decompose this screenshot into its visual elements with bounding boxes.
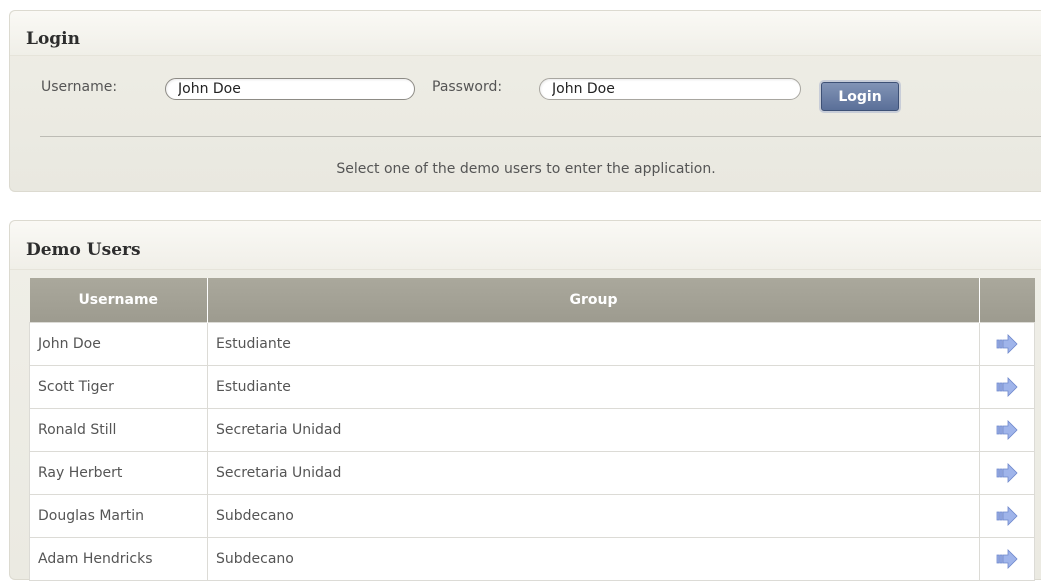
username-cell: Ray Herbert bbox=[29, 451, 208, 495]
table-row[interactable]: Douglas Martin Subdecano bbox=[29, 494, 1035, 538]
group-cell: Secretaria Unidad bbox=[207, 451, 980, 495]
username-input[interactable] bbox=[165, 78, 415, 100]
select-user-button[interactable] bbox=[979, 537, 1035, 581]
group-cell: Estudiante bbox=[207, 322, 980, 366]
select-user-button[interactable] bbox=[979, 494, 1035, 538]
arrow-right-icon[interactable] bbox=[995, 463, 1019, 483]
arrow-right-icon[interactable] bbox=[995, 549, 1019, 569]
column-header-group: Group bbox=[207, 278, 980, 323]
arrow-right-icon[interactable] bbox=[995, 377, 1019, 397]
arrow-right-icon[interactable] bbox=[995, 334, 1019, 354]
password-label: Password: bbox=[432, 79, 503, 95]
select-user-button[interactable] bbox=[979, 322, 1035, 366]
select-user-button[interactable] bbox=[979, 408, 1035, 452]
table-header-row: Username Group bbox=[29, 278, 1035, 323]
username-cell: Adam Hendricks bbox=[29, 537, 208, 581]
password-input[interactable] bbox=[539, 78, 801, 100]
login-title: Login bbox=[26, 29, 80, 49]
table-row[interactable]: Adam Hendricks Subdecano bbox=[29, 537, 1035, 581]
demo-users-panel: Demo Users Username Group John Doe Estud… bbox=[9, 220, 1041, 581]
login-button[interactable]: Login bbox=[821, 82, 899, 111]
login-panel: Login Username: Password: Login Select o… bbox=[9, 10, 1041, 192]
divider bbox=[40, 136, 1041, 137]
table-row[interactable]: Scott Tiger Estudiante bbox=[29, 365, 1035, 409]
table-row[interactable]: John Doe Estudiante bbox=[29, 322, 1035, 366]
username-label: Username: bbox=[41, 79, 118, 95]
group-cell: Estudiante bbox=[207, 365, 980, 409]
demo-users-title-band bbox=[10, 221, 1041, 270]
group-cell: Subdecano bbox=[207, 494, 980, 538]
column-header-action bbox=[979, 278, 1035, 323]
group-cell: Subdecano bbox=[207, 537, 980, 581]
arrow-right-icon[interactable] bbox=[995, 506, 1019, 526]
arrow-right-icon[interactable] bbox=[995, 420, 1019, 440]
group-cell: Secretaria Unidad bbox=[207, 408, 980, 452]
username-cell: Scott Tiger bbox=[29, 365, 208, 409]
username-cell: Douglas Martin bbox=[29, 494, 208, 538]
select-user-button[interactable] bbox=[979, 365, 1035, 409]
login-hint: Select one of the demo users to enter th… bbox=[336, 161, 716, 177]
select-user-button[interactable] bbox=[979, 451, 1035, 495]
login-title-band bbox=[10, 11, 1041, 56]
demo-users-title: Demo Users bbox=[26, 240, 141, 260]
username-cell: John Doe bbox=[29, 322, 208, 366]
username-cell: Ronald Still bbox=[29, 408, 208, 452]
table-row[interactable]: Ray Herbert Secretaria Unidad bbox=[29, 451, 1035, 495]
demo-users-table: Username Group John Doe Estudiante Scott… bbox=[29, 278, 1035, 581]
column-header-username: Username bbox=[29, 278, 208, 323]
table-row[interactable]: Ronald Still Secretaria Unidad bbox=[29, 408, 1035, 452]
